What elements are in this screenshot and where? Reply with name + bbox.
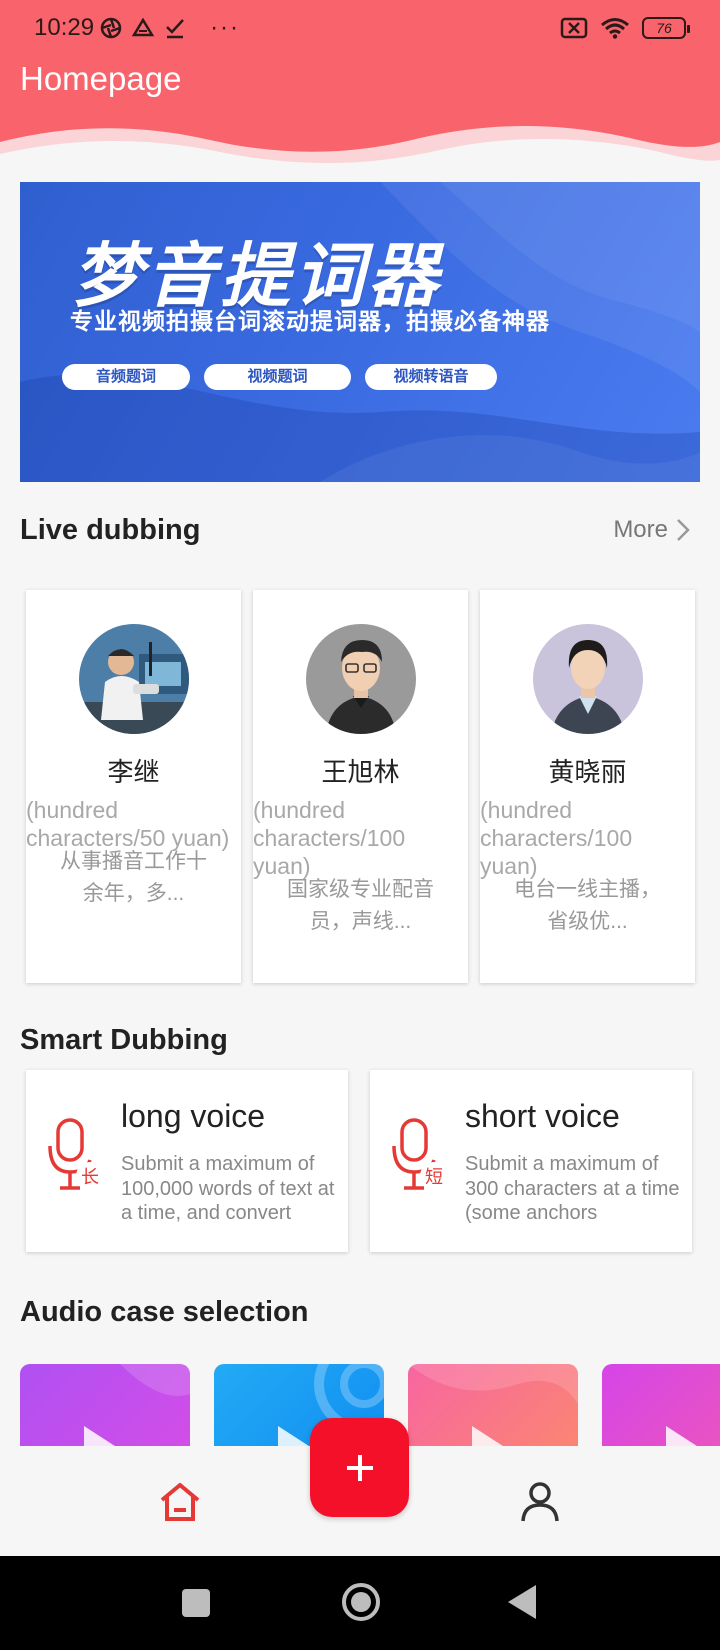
page-title: Homepage (20, 60, 182, 97)
anchor-desc: 电台一线主播，省级优... (514, 878, 661, 933)
anchor-price: (hundred characters/100 yuan) (480, 797, 633, 879)
avatar (79, 624, 189, 734)
home-system-button[interactable] (342, 1583, 380, 1621)
long-badge: 长 (81, 1167, 99, 1188)
smart-dubbing-list: 长 long voice Submit a maximum of 100,000… (26, 1070, 692, 1252)
avatar (306, 624, 416, 734)
add-button[interactable] (310, 1418, 409, 1517)
audio-case-thumb[interactable] (602, 1364, 720, 1446)
avatar (533, 624, 643, 734)
smart-card-name: short voice (465, 1098, 620, 1134)
battery-icon: 76 (642, 17, 690, 39)
drive-icon (132, 17, 155, 37)
status-time: 10:29 (34, 14, 95, 41)
long-voice-card[interactable]: 长 long voice Submit a maximum of 100,000… (26, 1070, 348, 1252)
short-badge: 短 (425, 1167, 443, 1188)
anchor-photo-studio (79, 624, 189, 734)
app-header: 10:29 ··· 76 Homepage (0, 0, 720, 180)
anchor-price: (hundred characters/100 yuan) (253, 797, 406, 879)
task-done-icon (166, 19, 184, 39)
banner-feature-pills: 音频题词 视频题词 视频转语音 (62, 364, 497, 390)
sim-x-icon (560, 17, 588, 39)
anchor-card[interactable]: 黄晓丽 (hundred characters/100 yuan) 电台一线主播… (480, 590, 695, 983)
banner-subtitle: 专业视频拍摄台词滚动提词器，拍摄必备神器 (70, 308, 550, 334)
anchor-name: 王旭林 (321, 757, 400, 787)
play-icon (666, 1426, 700, 1446)
status-bar: 10:29 ··· 76 (0, 0, 720, 56)
anchor-photo-woman (533, 624, 643, 734)
wifi-icon (601, 18, 629, 39)
nav-home-button[interactable] (158, 1480, 202, 1529)
more-button[interactable]: More (613, 516, 690, 544)
anchor-price: (hundred characters/50 yuan) (26, 797, 230, 851)
anchor-photo-man (306, 624, 416, 734)
anchor-name: 李继 (107, 757, 160, 787)
system-navigation-bar (0, 1556, 720, 1650)
promo-banner[interactable]: 梦音提词器 专业视频拍摄台词滚动提词器，拍摄必备神器 音频题词 视频题词 视频转… (20, 182, 700, 482)
header-wave (0, 126, 720, 180)
microphone-long-icon: 长 (48, 1118, 104, 1190)
battery-level: 76 (656, 20, 672, 36)
smart-card-desc: Submit a maximum of 300 characters at a … (465, 1153, 680, 1224)
anchor-desc: 从事播音工作十余年，多... (60, 850, 207, 905)
status-notification-icons: ··· (100, 14, 240, 42)
aperture-icon (100, 17, 122, 39)
short-voice-card[interactable]: 短 short voice Submit a maximum of 300 ch… (370, 1070, 692, 1252)
chevron-right-icon (677, 519, 690, 541)
smart-dubbing-title: Smart Dubbing (20, 1024, 228, 1056)
play-icon (278, 1426, 312, 1446)
banner-pill-video-to-voice: 视频转语音 (365, 364, 497, 390)
audio-case-thumb[interactable] (20, 1364, 190, 1446)
anchor-card[interactable]: 李继 (hundred characters/50 yuan) 从事播音工作十余… (26, 590, 241, 983)
play-icon (472, 1426, 506, 1446)
microphone-short-icon: 短 (392, 1118, 448, 1190)
user-icon (521, 1482, 559, 1522)
anchor-card[interactable]: 王旭林 (hundred characters/100 yuan) 国家级专业配… (253, 590, 468, 983)
home-icon (160, 1483, 200, 1521)
play-icon (84, 1426, 118, 1446)
anchor-list: 李继 (hundred characters/50 yuan) 从事播音工作十余… (26, 590, 695, 983)
audio-case-title: Audio case selection (20, 1296, 309, 1328)
more-label: More (613, 516, 668, 543)
banner-pill-video: 视频题词 (204, 364, 351, 390)
audio-case-thumb[interactable] (408, 1364, 578, 1446)
anchor-name: 黄晓丽 (548, 757, 627, 787)
recents-button[interactable] (182, 1589, 210, 1617)
back-button[interactable] (508, 1585, 536, 1619)
anchor-desc: 国家级专业配音员，声线... (287, 878, 434, 933)
smart-card-desc: Submit a maximum of 100,000 words of tex… (121, 1153, 335, 1224)
smart-card-name: long voice (121, 1098, 266, 1134)
plus-icon (346, 1454, 373, 1481)
nav-profile-button[interactable] (518, 1480, 562, 1529)
more-notifications-icon: ··· (210, 14, 241, 41)
status-system-icons: 76 (560, 17, 690, 39)
live-dubbing-title: Live dubbing (20, 514, 201, 546)
banner-pill-audio: 音频题词 (62, 364, 190, 390)
